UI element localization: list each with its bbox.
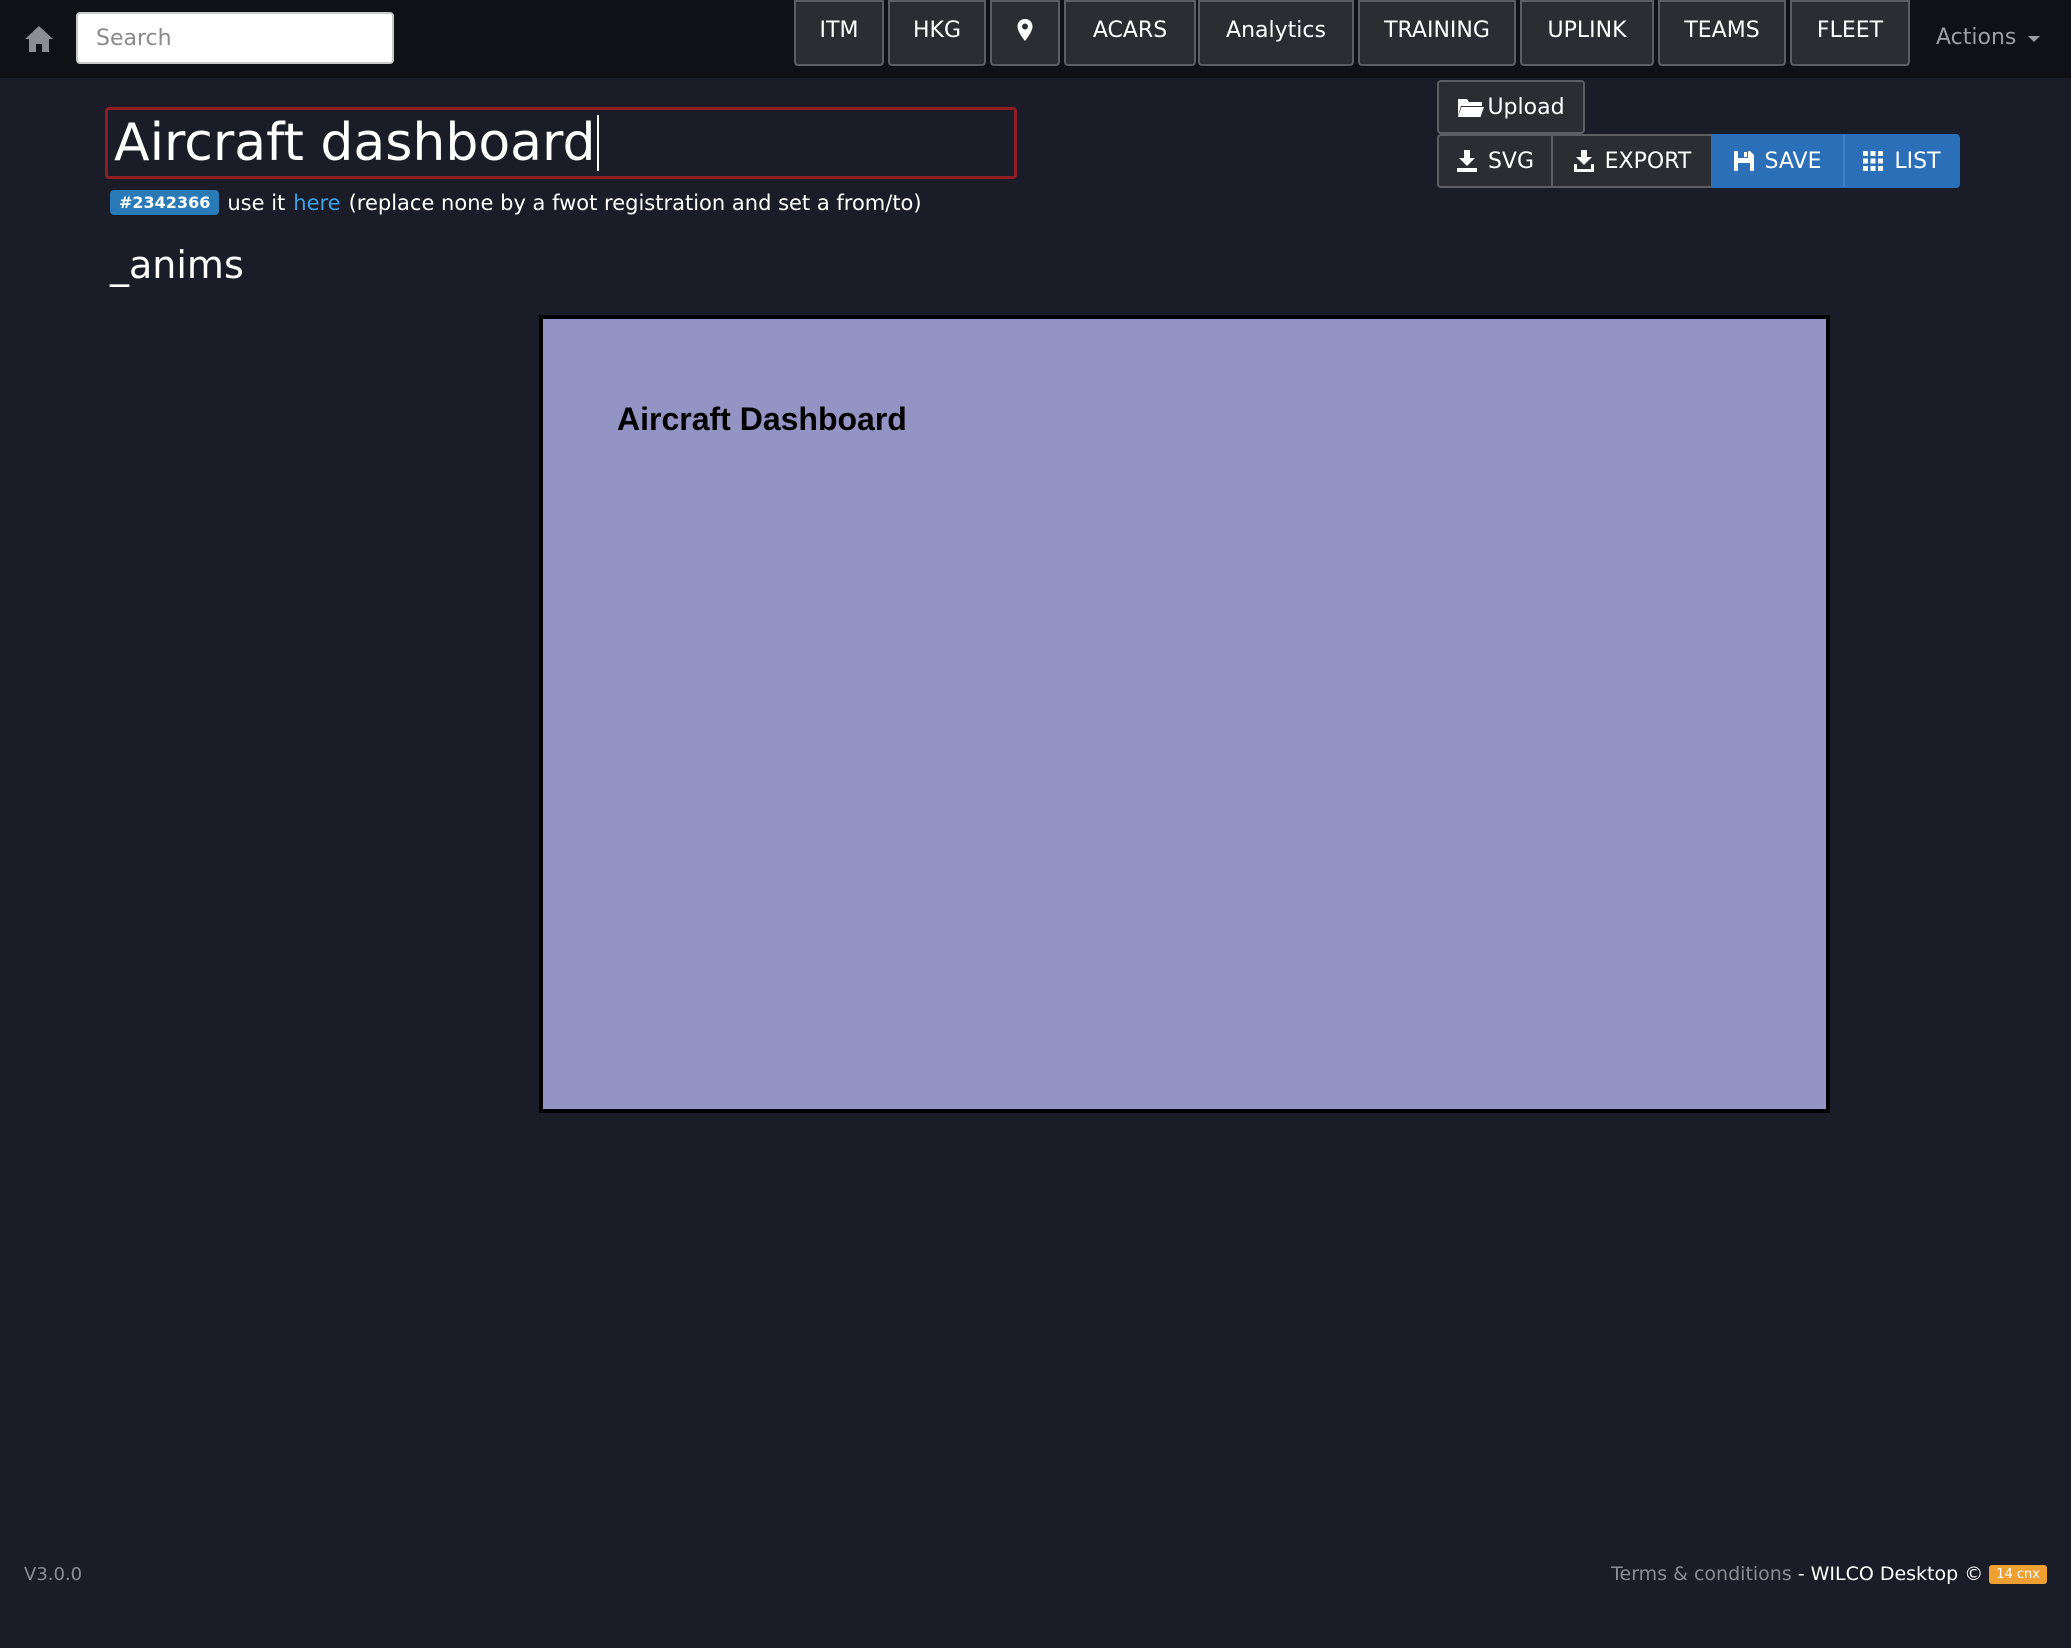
export-button[interactable]: EXPORT [1551,134,1713,188]
svg-download-button[interactable]: SVG [1437,134,1553,188]
export-label: EXPORT [1604,148,1692,174]
actions-dropdown[interactable]: Actions [1936,20,2041,54]
list-button[interactable]: LIST [1843,134,1960,188]
home-icon [25,26,53,52]
map-pin-icon [1017,19,1033,41]
nav-button-analytics[interactable]: Analytics [1198,0,1354,66]
version-label: V3.0.0 [24,1564,83,1585]
section-heading-anims: _anims [110,243,244,287]
connections-badge: 14 cnx [1989,1564,2047,1584]
footer-credits: Terms & conditions - WILCO Desktop © 14 … [1611,1563,2047,1585]
nav-button-fleet[interactable]: FLEET [1790,0,1910,66]
brand-label: WILCO Desktop © [1810,1563,1984,1585]
nav-button-acars[interactable]: ACARS [1064,0,1196,66]
search-input[interactable] [76,12,394,64]
here-link[interactable]: here [293,191,340,215]
upload-button[interactable]: Upload [1437,80,1585,134]
dashboard-title-input[interactable]: Aircraft dashboard [105,107,1017,179]
nav-button-teams[interactable]: TEAMS [1658,0,1786,66]
top-navbar: ITM HKG ACARS Analytics TRAINING UPLINK … [0,0,2071,78]
home-button[interactable] [22,22,56,56]
download-icon [1456,150,1477,172]
id-badge: #2342366 [110,190,220,215]
grid-icon [1863,151,1884,171]
folder-open-icon [1458,99,1485,117]
preview-title: Aircraft Dashboard [617,401,907,437]
nav-button-training[interactable]: TRAINING [1358,0,1516,66]
terms-link[interactable]: Terms & conditions [1611,1563,1792,1585]
actions-label: Actions [1936,24,2017,50]
list-label: LIST [1894,148,1941,174]
dashboard-title-value: Aircraft dashboard [114,113,596,173]
footer-separator: - [1797,1563,1805,1585]
nav-button-uplink[interactable]: UPLINK [1520,0,1654,66]
info-suffix: (replace none by a fwot registration and… [348,190,922,215]
dashboard-preview-canvas[interactable]: Aircraft Dashboard [539,315,1830,1113]
floppy-disk-icon [1733,151,1754,171]
save-button[interactable]: SAVE [1711,134,1843,188]
nav-button-location[interactable] [990,0,1060,66]
nav-button-itm[interactable]: ITM [794,0,884,66]
info-line: #2342366 use it here (replace none by a … [110,190,922,215]
save-label: SAVE [1764,148,1822,174]
caret-down-icon [2028,36,2041,42]
nav-button-hkg[interactable]: HKG [888,0,986,66]
info-prefix: use it [227,190,286,215]
svg-label: SVG [1487,148,1535,174]
text-caret [597,115,600,171]
upload-label: Upload [1487,94,1565,120]
export-icon [1573,150,1594,172]
